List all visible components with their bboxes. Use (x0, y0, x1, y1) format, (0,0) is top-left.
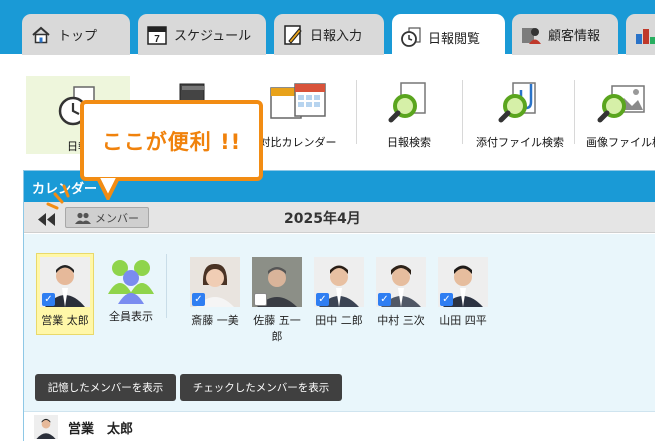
current-user-name: 営業 太郎 (68, 421, 134, 437)
calendar-month: 2025年4月 (284, 211, 361, 227)
tool-label: 画像ファイル検 (586, 136, 655, 149)
member-item[interactable]: 佐藤 五一郎 (248, 257, 306, 345)
compare-calendar-icon (267, 80, 329, 128)
attention-marks-icon (46, 184, 70, 210)
member-item[interactable]: ✓ 斎藤 一美 (186, 257, 244, 329)
chart-icon (634, 24, 655, 46)
member-self[interactable]: ✓ 営業 太郎 (36, 253, 94, 335)
member-show-all[interactable]: 全員表示 (102, 254, 160, 325)
calendar-7-icon: 7 (146, 24, 168, 46)
tool-report-search[interactable]: 日報検索 (368, 76, 450, 154)
current-user-avatar (34, 415, 58, 439)
member-name: 山田 四平 (439, 314, 487, 327)
tip-callout-text: ここが便利 !! (101, 129, 242, 154)
tab-report-view[interactable]: 日報閲覧 (392, 14, 505, 60)
calendar-nav-bar: メンバー 2025年4月 (24, 202, 655, 233)
member-checkbox[interactable]: ✓ (378, 293, 391, 306)
image-search-icon (596, 80, 646, 128)
member-avatar: ✓ (314, 257, 364, 307)
member-avatar: ✓ (376, 257, 426, 307)
tab-label: 日報入力 (310, 29, 363, 44)
member-divider (166, 254, 167, 318)
toolbar-divider (356, 80, 357, 144)
tool-label: 日報検索 (387, 136, 431, 149)
member-avatar: ✓ (190, 257, 240, 307)
member-avatar (252, 257, 302, 307)
tab-customer[interactable]: 顧客情報 (512, 14, 618, 55)
current-user-row: 営業 太郎 (24, 411, 655, 441)
tab-report-input[interactable]: 日報入力 (274, 14, 384, 55)
member-name: 佐藤 五一郎 (253, 314, 301, 343)
member-checkbox[interactable]: ✓ (440, 293, 453, 306)
member-checkbox[interactable]: ✓ (316, 293, 329, 306)
member-name: 中村 三次 (377, 314, 425, 327)
member-avatar: ✓ (438, 257, 488, 307)
report-search-icon (387, 80, 431, 128)
attachment-search-icon (495, 80, 545, 128)
callout-tail (96, 178, 120, 200)
group-icon (106, 254, 156, 304)
tool-label: 対比カレンダー (259, 136, 337, 149)
member-name: 斎藤 一美 (191, 314, 239, 327)
tool-attachment-search[interactable]: 添付ファイル検索 (472, 76, 568, 154)
show-checked-members-button[interactable]: チェックしたメンバーを表示 (180, 374, 342, 401)
member-item[interactable]: ✓ 山田 四平 (434, 257, 492, 329)
svg-text:7: 7 (154, 34, 160, 45)
tool-label: 添付ファイル検索 (476, 136, 564, 149)
toolbar-divider (462, 80, 463, 144)
show-remembered-members-button[interactable]: 記憶したメンバーを表示 (35, 374, 176, 401)
toolbar-divider (574, 80, 575, 144)
tool-image-search[interactable]: 画像ファイル検 (582, 76, 655, 154)
main-tab-bar: トップ 7 スケジュール 日報入力 日報閲覧 顧客情報 (0, 0, 655, 60)
tool-compare-calendar[interactable]: 対比カレンダー (248, 76, 348, 154)
member-checkbox[interactable]: ✓ (192, 293, 205, 306)
tab-chart[interactable] (626, 14, 655, 55)
tab-top[interactable]: トップ (22, 14, 130, 55)
customer-icon (520, 24, 542, 46)
clock-document-icon (400, 26, 422, 48)
tip-callout: ここが便利 !! (80, 100, 263, 181)
tab-label: スケジュール (174, 29, 252, 44)
member-checkbox[interactable]: ✓ (42, 293, 55, 306)
calendar-panel: カレンダー メンバー 2025年4月 ✓ 営業 太郎 全員表示 (23, 170, 655, 441)
tab-label: 顧客情報 (548, 29, 601, 44)
member-avatar: ✓ (40, 257, 90, 307)
member-selector: ✓ 営業 太郎 全員表示 ✓ 斎藤 一美 佐藤 五一郎 ✓ 田中 二郎 ✓ 中村… (24, 234, 655, 411)
member-checkbox[interactable] (254, 293, 267, 306)
house-icon (30, 24, 52, 46)
member-item[interactable]: ✓ 田中 二郎 (310, 257, 368, 329)
tab-label: トップ (58, 29, 98, 44)
tab-label: 日報閲覧 (428, 31, 481, 47)
member-name: 営業 太郎 (41, 314, 89, 327)
member-item[interactable]: ✓ 中村 三次 (372, 257, 430, 329)
tab-schedule[interactable]: 7 スケジュール (138, 14, 266, 55)
member-name: 田中 二郎 (315, 314, 363, 327)
member-name: 全員表示 (109, 310, 153, 323)
pencil-document-icon (282, 24, 304, 46)
